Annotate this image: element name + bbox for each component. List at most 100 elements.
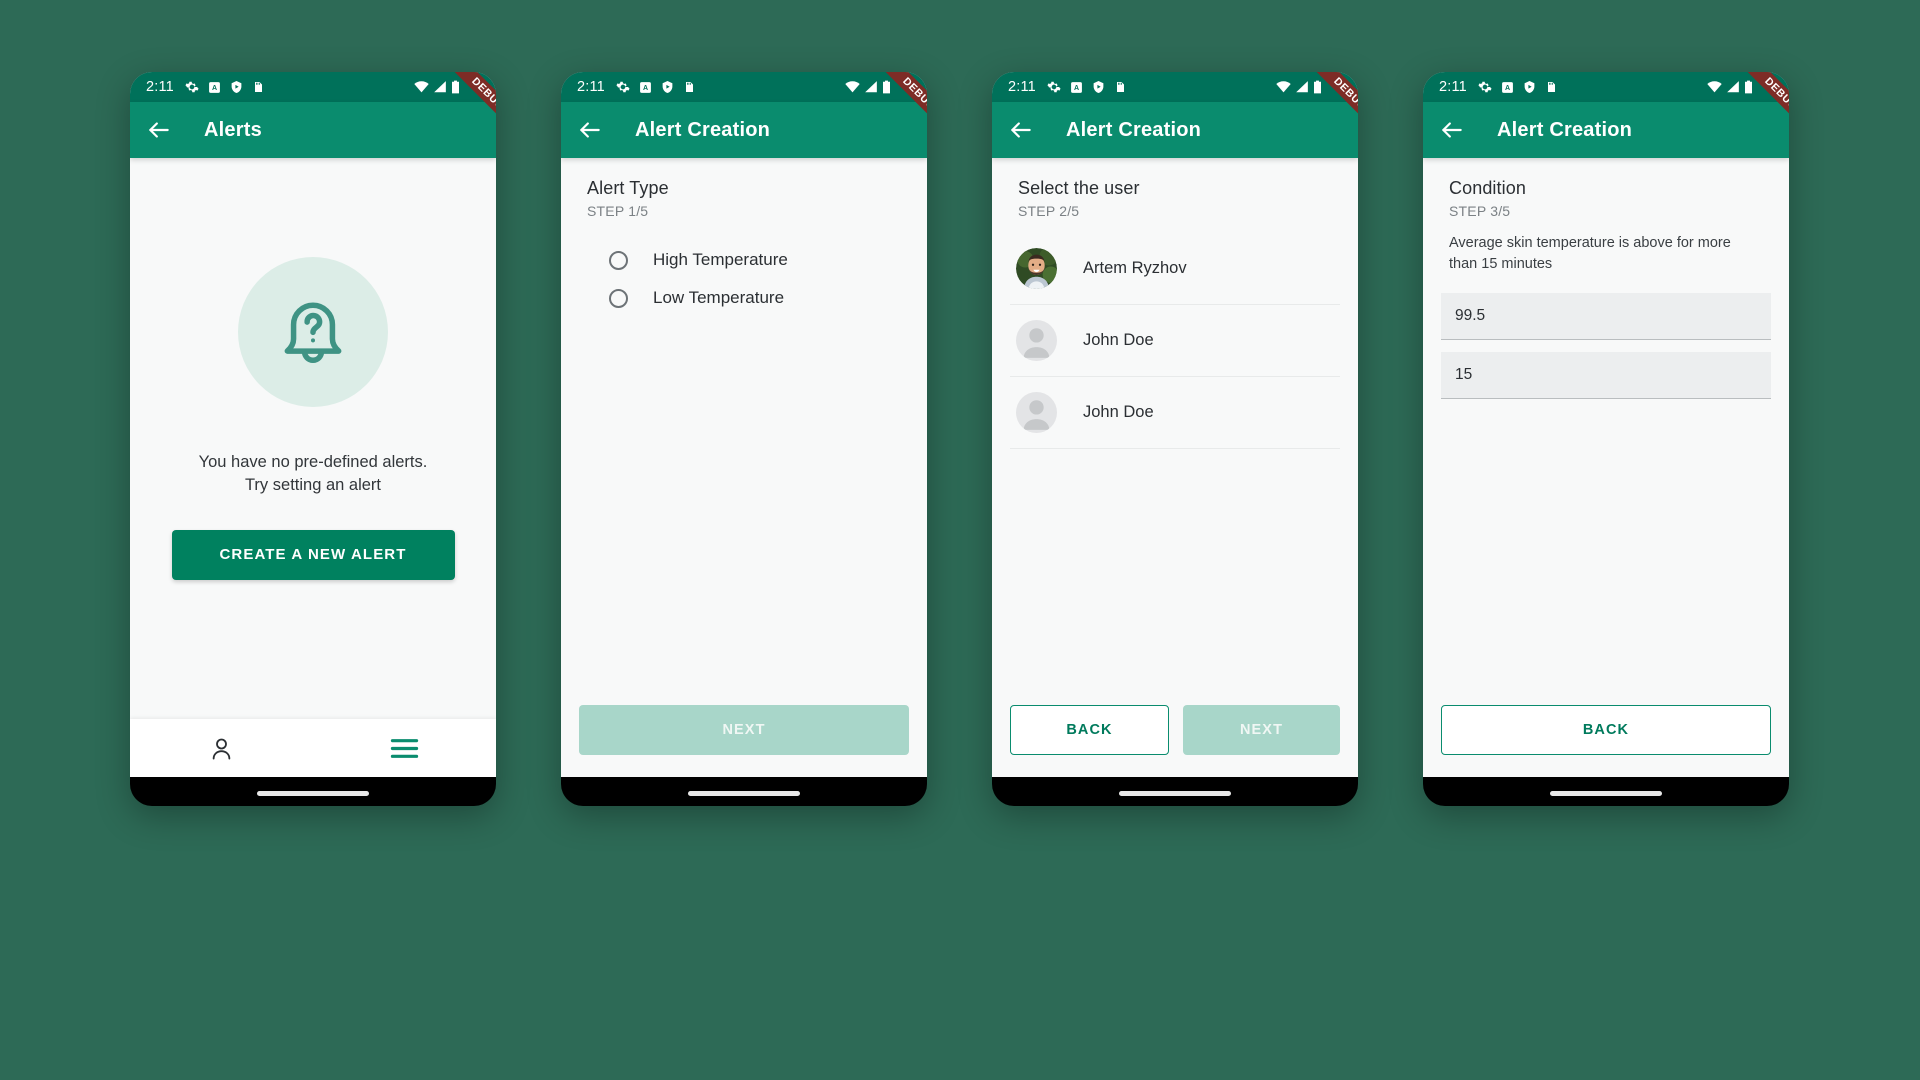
phone-mockup-condition: 2:11 A DEBUG Alert Creation Condition ST… [1423,72,1789,806]
svg-text:A: A [643,85,648,92]
avatar-placeholder-icon [1016,320,1057,361]
status-bar: 2:11 A [1423,72,1789,102]
page-title: Alert Creation [1497,118,1633,141]
phone-screen: 2:11 A DEBUG Alert Creation [561,72,927,777]
shield-play-icon [231,81,242,93]
status-bar: 2:11 A [992,72,1358,102]
person-icon [212,738,231,760]
create-new-alert-button[interactable]: CREATE A NEW ALERT [171,529,455,580]
arrow-left-icon[interactable] [1008,117,1034,143]
signal-icon [865,81,877,93]
wizard-footer: NEXT [561,705,927,777]
app-bar: Alerts [130,102,496,158]
shield-play-icon [1524,81,1535,93]
wizard-footer: BACK NEXT [992,705,1358,777]
hamburger-menu-icon [390,738,419,758]
screenshot-canvas: 2:11 A DEBUG Alerts You have no pre-defi… [0,0,1920,1080]
svg-text:A: A [1074,85,1079,92]
radio-option-low-temperature[interactable]: Low Temperature [561,279,927,317]
sd-card-icon [254,82,262,92]
status-left-icons: A [1478,80,1557,94]
step-subtitle: STEP 2/5 [1018,203,1080,219]
step-header: Condition STEP 3/5 [1423,158,1789,219]
wizard-footer: BACK [1423,705,1789,777]
arrow-left-icon[interactable] [577,117,603,143]
arrow-left-icon[interactable] [1439,117,1465,143]
screen-body: Condition STEP 3/5 Average skin temperat… [1423,158,1789,777]
status-time: 2:11 [146,79,174,95]
page-title: Alerts [204,118,262,141]
back-button[interactable]: BACK [1441,705,1771,755]
temperature-threshold-input[interactable]: 99.5 [1441,293,1771,341]
signal-icon [1727,81,1739,93]
duration-minutes-input[interactable]: 15 [1441,352,1771,400]
next-button[interactable]: NEXT [579,705,909,755]
phone-screen: 2:11 A DEBUG Alert Creation [992,72,1358,777]
wifi-icon [414,81,429,93]
screen-body: You have no pre-defined alerts. Try sett… [130,158,496,777]
status-time: 2:11 [577,79,605,95]
gear-icon [616,81,630,93]
alert-type-radio-group: High Temperature Low Temperature [561,241,927,317]
condition-description: Average skin temperature is above for mo… [1449,235,1731,273]
empty-state: You have no pre-defined alerts. Try sett… [130,158,496,719]
step-header: Alert Type STEP 1/5 [561,158,927,219]
battery-icon [1745,80,1752,94]
nav-item-menu[interactable] [313,737,496,760]
bell-question-icon [238,257,388,408]
phone-mockup-select-user: 2:11 A DEBUG Alert Creation Select the u… [992,72,1358,806]
radio-circle-icon [609,250,628,270]
radio-option-label: Low Temperature [653,288,785,307]
step-title: Alert Type [587,178,669,198]
list-item[interactable]: Artem Ryzhov [1010,233,1340,305]
shield-play-icon [662,81,673,93]
page-title: Alert Creation [1066,118,1202,141]
step-header: Select the user STEP 2/5 [992,158,1358,219]
list-item[interactable]: John Doe [1010,305,1340,377]
app-bar: Alert Creation [561,102,927,158]
wifi-icon [1276,81,1291,93]
battery-icon [883,80,890,94]
status-time: 2:11 [1439,79,1467,95]
sd-card-icon [1547,82,1555,92]
app-bar: Alert Creation [992,102,1358,158]
status-right-icons [414,80,486,94]
gear-icon [1047,81,1061,93]
phone-mockup-alert-type: 2:11 A DEBUG Alert Creation Alert Type S… [561,72,927,806]
screen-body: Alert Type STEP 1/5 High Temperature Low… [561,158,927,777]
step-subtitle: STEP 3/5 [1449,203,1511,219]
radio-option-high-temperature[interactable]: High Temperature [561,241,927,279]
gesture-bar [688,791,800,796]
wifi-icon [845,81,860,93]
status-left-icons: A [185,80,264,94]
back-button[interactable]: BACK [1010,705,1169,755]
user-name: Artem Ryzhov [1083,259,1187,277]
status-right-icons [1707,80,1779,94]
screen-body: Select the user STEP 2/5 Artem Ryzhov Jo… [992,158,1358,777]
condition-fields: 99.5 15 [1423,293,1789,411]
phone-mockup-alerts: 2:11 A DEBUG Alerts You have no pre-defi… [130,72,496,806]
next-button[interactable]: NEXT [1183,705,1340,755]
battery-icon [1314,80,1321,94]
status-bar: 2:11 A [561,72,927,102]
empty-state-line-1: You have no pre-defined alerts. [198,453,428,472]
svg-text:A: A [1505,85,1510,92]
gear-icon [1478,81,1492,93]
gesture-bar [257,791,369,796]
a-badge-icon: A [640,81,651,93]
bottom-navigation [130,719,496,777]
radio-circle-icon [609,288,628,308]
nav-item-profile[interactable] [130,735,313,762]
gesture-bar [1550,791,1662,796]
list-item[interactable]: John Doe [1010,377,1340,449]
signal-icon [434,81,446,93]
arrow-left-icon[interactable] [146,117,172,143]
phone-screen: 2:11 A DEBUG Alert Creation [1423,72,1789,777]
a-badge-icon: A [1502,81,1513,93]
user-name: John Doe [1083,331,1154,349]
gear-icon [185,81,199,93]
status-right-icons [845,80,917,94]
status-left-icons: A [616,80,695,94]
user-name: John Doe [1083,403,1154,421]
avatar-placeholder-icon [1016,392,1057,433]
